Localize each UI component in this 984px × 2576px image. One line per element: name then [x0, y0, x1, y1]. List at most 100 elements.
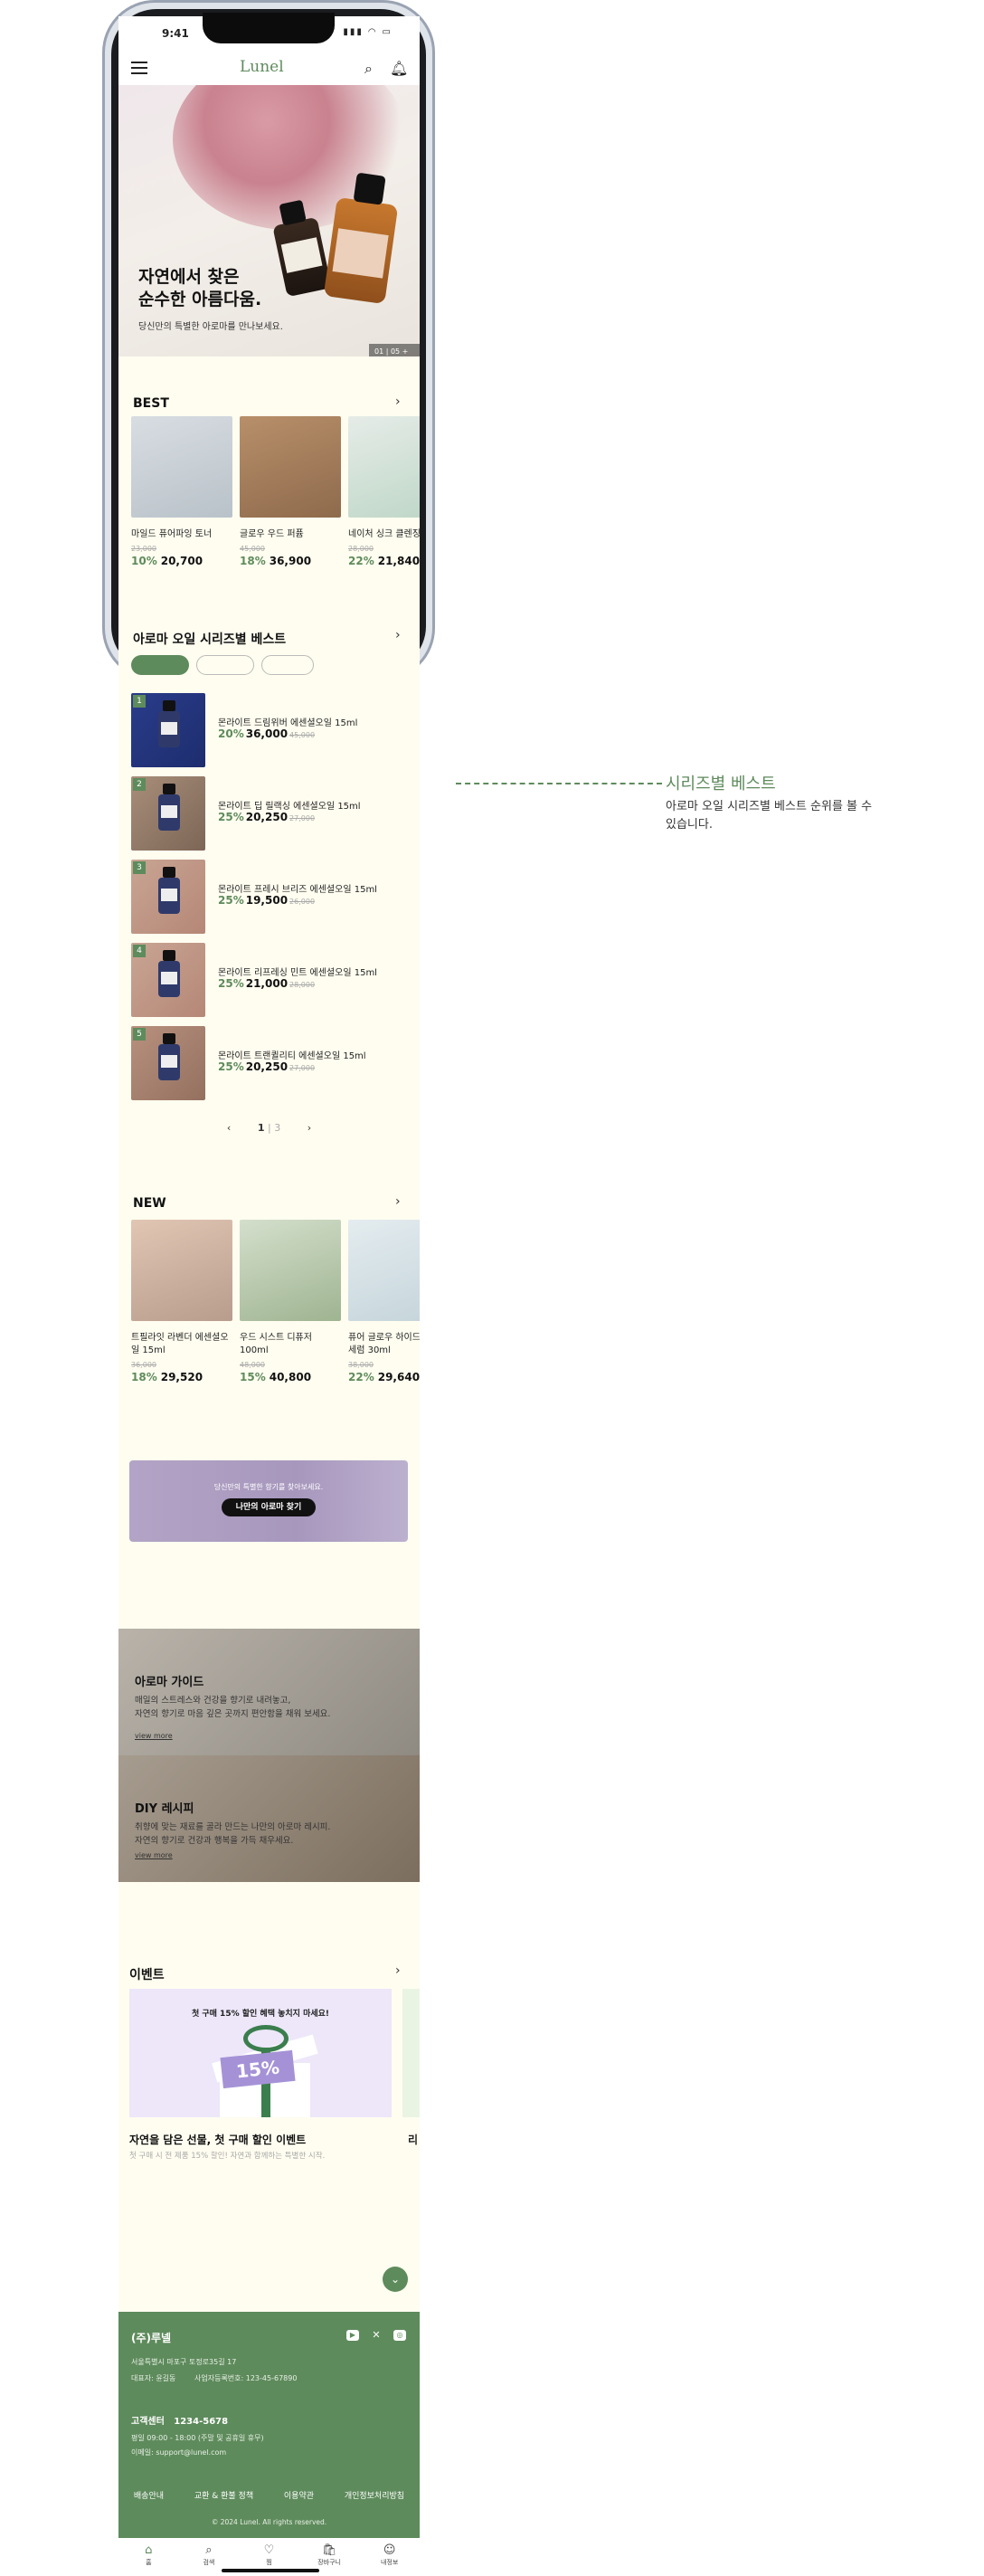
product-original-price: 23,000: [131, 545, 156, 553]
diy-recipe-card[interactable]: DIY 레시피 취향에 맞는 재료를 골라 만드는 나만의 아로마 레시피. 자…: [118, 1755, 420, 1882]
status-time: 9:41: [162, 27, 189, 40]
tab-label: 홈: [146, 2559, 152, 2566]
home-icon: ⌂: [145, 2543, 153, 2557]
find-aroma-button[interactable]: 나만의 아로마 찾기: [222, 1498, 316, 1516]
series-tab-active[interactable]: [131, 655, 189, 675]
instagram-icon[interactable]: ◎: [393, 2330, 406, 2341]
phone-notch: [203, 13, 335, 43]
new-more-chevron-icon[interactable]: ›: [395, 1194, 401, 1209]
cs-phone[interactable]: 1234-5678: [174, 2417, 228, 2427]
guide-description: 매일의 스트레스와 건강을 향기로 내려놓고, 자연의 향기로 마음 깊은 곳까…: [135, 1696, 331, 1719]
product-original-price: 48,000: [240, 1361, 265, 1369]
aroma-guide-card[interactable]: 아로마 가이드 매일의 스트레스와 건강을 향기로 내려놓고, 자연의 향기로 …: [118, 1629, 420, 1755]
product-name: 몬라이트 프레시 브리즈 에센셜오일 15ml: [218, 885, 377, 895]
brand-logo[interactable]: Lunel: [240, 58, 284, 76]
product-discount: 25%: [218, 977, 244, 990]
guide-view-more-link[interactable]: view more: [135, 1732, 173, 1740]
next-event-card-peek[interactable]: [402, 1989, 420, 2117]
hero-title: 자연에서 찾은 순수한 아름다움.: [138, 267, 262, 309]
product-price: 21,840: [377, 555, 420, 567]
find-aroma-banner[interactable]: 당신만의 특별한 향기를 찾아보세요. 나만의 아로마 찾기: [129, 1460, 408, 1542]
best-product-card[interactable]: 네이처 싱크 클렌징 28,000 22% 21,840: [348, 416, 420, 567]
pager-prev-icon[interactable]: ‹: [227, 1122, 231, 1134]
scroll-down-button[interactable]: ⌄: [383, 2267, 408, 2292]
tab-my-info[interactable]: ☺ 내정보: [366, 2538, 413, 2573]
product-name: 우드 시스트 디퓨저 100ml: [240, 1333, 312, 1355]
bell-icon[interactable]: 🔔︎: [390, 60, 408, 77]
hero-banner[interactable]: 자연에서 찾은 순수한 아름다움. 당신만의 특별한 아로마를 만나보세요. 0…: [118, 85, 420, 356]
oil-bottle-image: [272, 199, 332, 298]
footer-link-refund[interactable]: 교환 & 환불 정책: [194, 2489, 253, 2501]
footer-link-terms[interactable]: 이용약관: [284, 2489, 314, 2501]
new-product-card[interactable]: 트필라잇 라벤더 에센셜오일 15ml 36,000 18% 29,520: [131, 1220, 232, 1383]
series-tab[interactable]: [196, 655, 254, 675]
series-rank-item[interactable]: 2 몬라이트 딥 릴랙싱 에센셜오일 15ml 25% 20,250 27,000: [131, 776, 402, 851]
series-rank-item[interactable]: 1 몬라이트 드림위버 에센셜오일 15ml 20% 36,000 45,000: [131, 693, 402, 767]
series-pagination: ‹ 1 | 3 ›: [118, 1122, 420, 1134]
banner-text: 당신만의 특별한 향기를 찾아보세요.: [213, 1483, 324, 1491]
event-more-chevron-icon[interactable]: ›: [395, 1963, 401, 1978]
series-rank-item[interactable]: 3 몬라이트 프레시 브리즈 에센셜오일 15ml 25% 19,500 26,00…: [131, 860, 402, 934]
next-event-title-peek: 리: [408, 2134, 419, 2146]
best-more-chevron-icon[interactable]: ›: [395, 394, 401, 409]
event-card-image[interactable]: 첫 구매 15% 할인 혜택 놓치지 마세요! 15%: [129, 1989, 392, 2117]
product-discount: 18%: [131, 1371, 157, 1383]
product-discount: 25%: [218, 894, 244, 907]
hero-slide-counter[interactable]: 01 | 05 +: [369, 344, 420, 356]
youtube-icon[interactable]: ▶: [346, 2330, 359, 2341]
product-price: 29,640: [377, 1371, 420, 1383]
new-product-card[interactable]: 퓨어 글로우 하이드레이팅 세럼 30ml 38,000 22%29,640: [348, 1220, 420, 1383]
series-more-chevron-icon[interactable]: ›: [395, 628, 401, 642]
footer-link-shipping[interactable]: 배송안내: [134, 2489, 164, 2501]
product-name: 글로우 우드 퍼퓸: [240, 529, 304, 539]
product-original-price: 27,000: [289, 1064, 316, 1072]
best-section-title: BEST: [133, 396, 169, 411]
product-price: 20,700: [160, 555, 203, 567]
heart-icon: ♡: [263, 2543, 275, 2557]
guide-description: 취향에 맞는 재료를 골라 만드는 나만의 아로마 레시피. 자연의 향기로 건…: [135, 1822, 331, 1846]
product-price: 40,800: [269, 1371, 312, 1383]
best-product-card[interactable]: 글로우 우드 퍼퓸 45,000 18% 36,900: [240, 416, 341, 567]
product-image: [131, 1220, 232, 1321]
product-original-price: 36,000: [131, 1361, 156, 1369]
series-rank-item[interactable]: 4 몬라이트 리프레싱 민트 에센셜오일 15ml 25% 21,000 28,00…: [131, 943, 402, 1017]
cart-icon: 🛍: [321, 2543, 337, 2557]
product-name: 마일드 퓨어파잉 토너: [131, 529, 213, 539]
pager-total: 3: [274, 1122, 281, 1134]
guide-view-more-link[interactable]: view more: [135, 1851, 173, 1859]
product-original-price: 28,000: [289, 981, 316, 989]
menu-icon[interactable]: [131, 62, 147, 74]
annotation-title: 시리즈별 베스트: [666, 775, 776, 794]
tab-home[interactable]: ⌂ 홈: [125, 2538, 172, 2573]
cs-label: 고객센터: [131, 2417, 165, 2427]
copyright: © 2024 Lunel. All rights reserved.: [211, 2518, 327, 2526]
footer-link-privacy[interactable]: 개인정보처리방침: [345, 2489, 404, 2501]
product-original-price: 45,000: [289, 731, 316, 739]
event-card-title[interactable]: 자연을 담은 선물, 첫 구매 할인 이벤트: [129, 2132, 306, 2147]
rank-badge: 4: [133, 945, 146, 957]
best-product-card[interactable]: 마일드 퓨어파잉 토너 23,000 10% 20,700: [131, 416, 232, 567]
new-section-title: NEW: [133, 1196, 166, 1211]
product-discount: 22%: [348, 555, 374, 567]
x-icon[interactable]: ✕: [370, 2330, 383, 2341]
series-rank-item[interactable]: 5 몬라이트 트랜퀼리티 에센셜오일 15ml 25% 20,250 27,000: [131, 1026, 402, 1100]
product-price: 20,250: [245, 811, 289, 823]
search-icon[interactable]: ⌕: [364, 60, 373, 78]
tab-label: 찜: [266, 2559, 272, 2566]
product-name: 퓨어 글로우 하이드레이팅 세럼 30ml: [348, 1333, 420, 1355]
new-product-card[interactable]: 우드 시스트 디퓨저 100ml 48,000 15% 40,800: [240, 1220, 341, 1383]
guide-title: 아로마 가이드: [135, 1676, 204, 1689]
user-icon: ☺: [383, 2543, 396, 2557]
product-original-price: 26,000: [289, 898, 316, 906]
pager-next-icon[interactable]: ›: [308, 1122, 311, 1134]
site-footer: (주)루넬 ▶ ✕ ◎ 서울특별시 마포구 토정로35길 17 대표자: 윤길동…: [118, 2312, 420, 2538]
series-tab[interactable]: [261, 655, 314, 675]
product-discount: 20%: [218, 727, 244, 740]
product-image: [240, 416, 341, 518]
rank-badge: 3: [133, 861, 146, 874]
status-icons: ▮▮▮ ◠ ▭: [343, 27, 393, 37]
pager-current[interactable]: 1: [258, 1122, 265, 1134]
product-original-price: 38,000: [348, 1361, 374, 1369]
cs-email[interactable]: 이메일: support@lunel.com: [131, 2448, 226, 2457]
series-section-title: 아로마 오일 시리즈별 베스트: [133, 632, 287, 647]
